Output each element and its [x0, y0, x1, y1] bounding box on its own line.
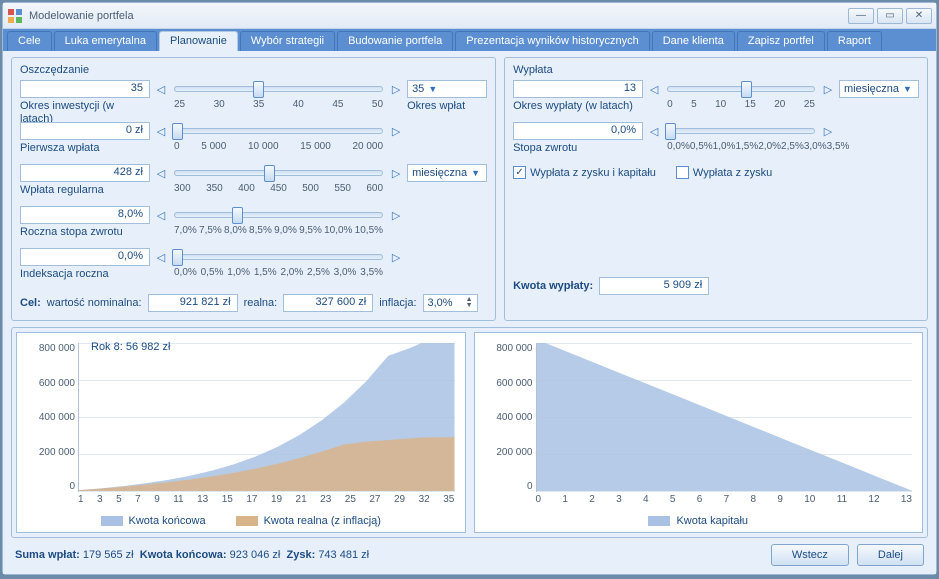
tab-prezentacja-wyników-historycznych[interactable]: Prezentacja wyników historycznych [455, 31, 649, 51]
indexation-label: Indeksacja roczna [20, 268, 150, 281]
saving-panel: Oszczędzanie 35 Okres inwestycji (w lata… [11, 57, 496, 321]
chevron-down-icon: ▼ [471, 168, 480, 178]
app-icon [7, 8, 23, 24]
footer-bar: Suma wpłat: 179 565 zł Kwota końcowa: 92… [11, 542, 928, 568]
goal-real-label: realna: [244, 297, 278, 309]
payout-period-value[interactable]: 13 [513, 80, 643, 98]
maximize-button[interactable]: ▭ [877, 8, 903, 24]
arrow-right-icon[interactable]: ▷ [389, 248, 403, 266]
regular-freq-dropdown[interactable]: miesięczna▼ [407, 164, 487, 182]
tab-wybór-strategii[interactable]: Wybór strategii [240, 31, 335, 51]
tab-dane-klienta[interactable]: Dane klienta [652, 31, 735, 51]
regular-deposit-label: Wpłata regularna [20, 184, 150, 197]
payout-panel: Wypłata 13 Okres wypłaty (w latach) ◁ 05… [504, 57, 928, 321]
tab-content-planning: Oszczędzanie 35 Okres inwestycji (w lata… [3, 51, 936, 574]
legend-item: Kwota kapitału [648, 515, 748, 527]
chevron-down-icon: ▼ [903, 84, 912, 94]
tab-luka-emerytalna[interactable]: Luka emerytalna [54, 31, 157, 51]
first-deposit-label: Pierwsza wpłata [20, 142, 150, 155]
arrow-right-icon[interactable]: ▷ [821, 80, 835, 98]
minimize-button[interactable]: — [848, 8, 874, 24]
legend-item: Kwota końcowa [101, 515, 206, 527]
first-deposit-slider[interactable]: 05 00010 00015 00020 000 [172, 122, 385, 158]
first-deposit-value[interactable]: 0 zł [20, 122, 150, 140]
arrow-right-icon[interactable]: ▷ [389, 122, 403, 140]
indexation-value[interactable]: 0,0% [20, 248, 150, 266]
regular-deposit-value[interactable]: 428 zł [20, 164, 150, 182]
close-button[interactable]: ✕ [906, 8, 932, 24]
cb-profit-and-capital-label: Wypłata z zysku i kapitału [530, 167, 656, 179]
spinner-arrows-icon: ▲▼ [466, 297, 473, 309]
payout-freq-dropdown[interactable]: miesięczna▼ [839, 80, 919, 98]
tab-strip: CeleLuka emerytalnaPlanowanieWybór strat… [3, 29, 936, 51]
payout-rate-slider[interactable]: 0,0%0,5%1,0%1,5%2,0%2,5%3,0%3,5% [665, 122, 817, 158]
goal-real-value: 327 600 zł [283, 294, 373, 312]
annual-rate-slider[interactable]: 7,0%7,5%8,0%8,5%9,0%9,5%10,0%10,5% [172, 206, 385, 242]
arrow-left-icon[interactable]: ◁ [647, 122, 661, 140]
arrow-right-icon[interactable]: ▷ [389, 164, 403, 182]
goal-nominal-value: 921 821 zł [148, 294, 238, 312]
annual-rate-value[interactable]: 8,0% [20, 206, 150, 224]
goal-nominal-label: wartość nominalna: [47, 297, 142, 309]
arrow-left-icon[interactable]: ◁ [154, 206, 168, 224]
payout-rate-value[interactable]: 0,0% [513, 122, 643, 140]
goal-prefix: Cel: [20, 297, 41, 309]
tab-budowanie-portfela[interactable]: Budowanie portfela [337, 31, 453, 51]
arrow-left-icon[interactable]: ◁ [154, 122, 168, 140]
chevron-down-icon: ▼ [428, 84, 437, 94]
period-years-dropdown[interactable]: 35▼ [407, 80, 487, 98]
back-button[interactable]: Wstecz [771, 544, 849, 566]
regular-deposit-slider[interactable]: 300350400450500550600 [172, 164, 385, 200]
goal-inflation-label: inflacja: [379, 297, 416, 309]
indexation-slider[interactable]: 0,0%0,5%1,0%1,5%2,0%2,5%3,0%3,5% [172, 248, 385, 284]
arrow-left-icon[interactable]: ◁ [647, 80, 661, 98]
titlebar: Modelowanie portfela — ▭ ✕ [3, 3, 936, 29]
payout-period-slider[interactable]: 0510152025 [665, 80, 817, 116]
saving-panel-title: Oszczędzanie [20, 64, 487, 76]
payout-rate-label: Stopa zwrotu [513, 142, 643, 155]
arrow-left-icon[interactable]: ◁ [154, 80, 168, 98]
cb-profit-and-capital[interactable]: ✓ [513, 166, 526, 179]
period-side-label: Okres wpłat [407, 100, 487, 113]
arrow-right-icon[interactable]: ▷ [389, 80, 403, 98]
payout-result-value: 5 909 zł [599, 277, 709, 295]
tab-cele[interactable]: Cele [7, 31, 52, 51]
inflation-spinner[interactable]: 3,0% ▲▼ [423, 294, 478, 312]
arrow-left-icon[interactable]: ◁ [154, 164, 168, 182]
app-window: Modelowanie portfela — ▭ ✕ CeleLuka emer… [2, 2, 937, 575]
saving-chart: Rok 8: 56 982 zł 800 000600 000400 00020… [16, 332, 466, 533]
payout-panel-title: Wypłata [513, 64, 919, 76]
annual-rate-label: Roczna stopa zwrotu [20, 226, 150, 239]
tab-planowanie[interactable]: Planowanie [159, 31, 238, 51]
arrow-left-icon[interactable]: ◁ [154, 248, 168, 266]
chart-annotation: Rok 8: 56 982 zł [91, 341, 171, 353]
next-button[interactable]: Dalej [857, 544, 924, 566]
window-title: Modelowanie portfela [29, 10, 848, 22]
cb-profit-only-label: Wypłata z zysku [693, 167, 772, 179]
investment-period-slider[interactable]: 253035404550 [172, 80, 385, 116]
tab-raport[interactable]: Raport [827, 31, 882, 51]
cb-profit-only[interactable] [676, 166, 689, 179]
payout-period-label: Okres wypłaty (w latach) [513, 100, 643, 113]
tab-zapisz-portfel[interactable]: Zapisz portfel [737, 31, 825, 51]
arrow-right-icon[interactable]: ▷ [821, 122, 835, 140]
payout-result-label: Kwota wypłaty: [513, 280, 593, 292]
legend-item: Kwota realna (z inflacją) [236, 515, 381, 527]
arrow-right-icon[interactable]: ▷ [389, 206, 403, 224]
payout-chart: 800 000600 000400 000200 000001234567891… [474, 332, 924, 533]
investment-period-value[interactable]: 35 [20, 80, 150, 98]
